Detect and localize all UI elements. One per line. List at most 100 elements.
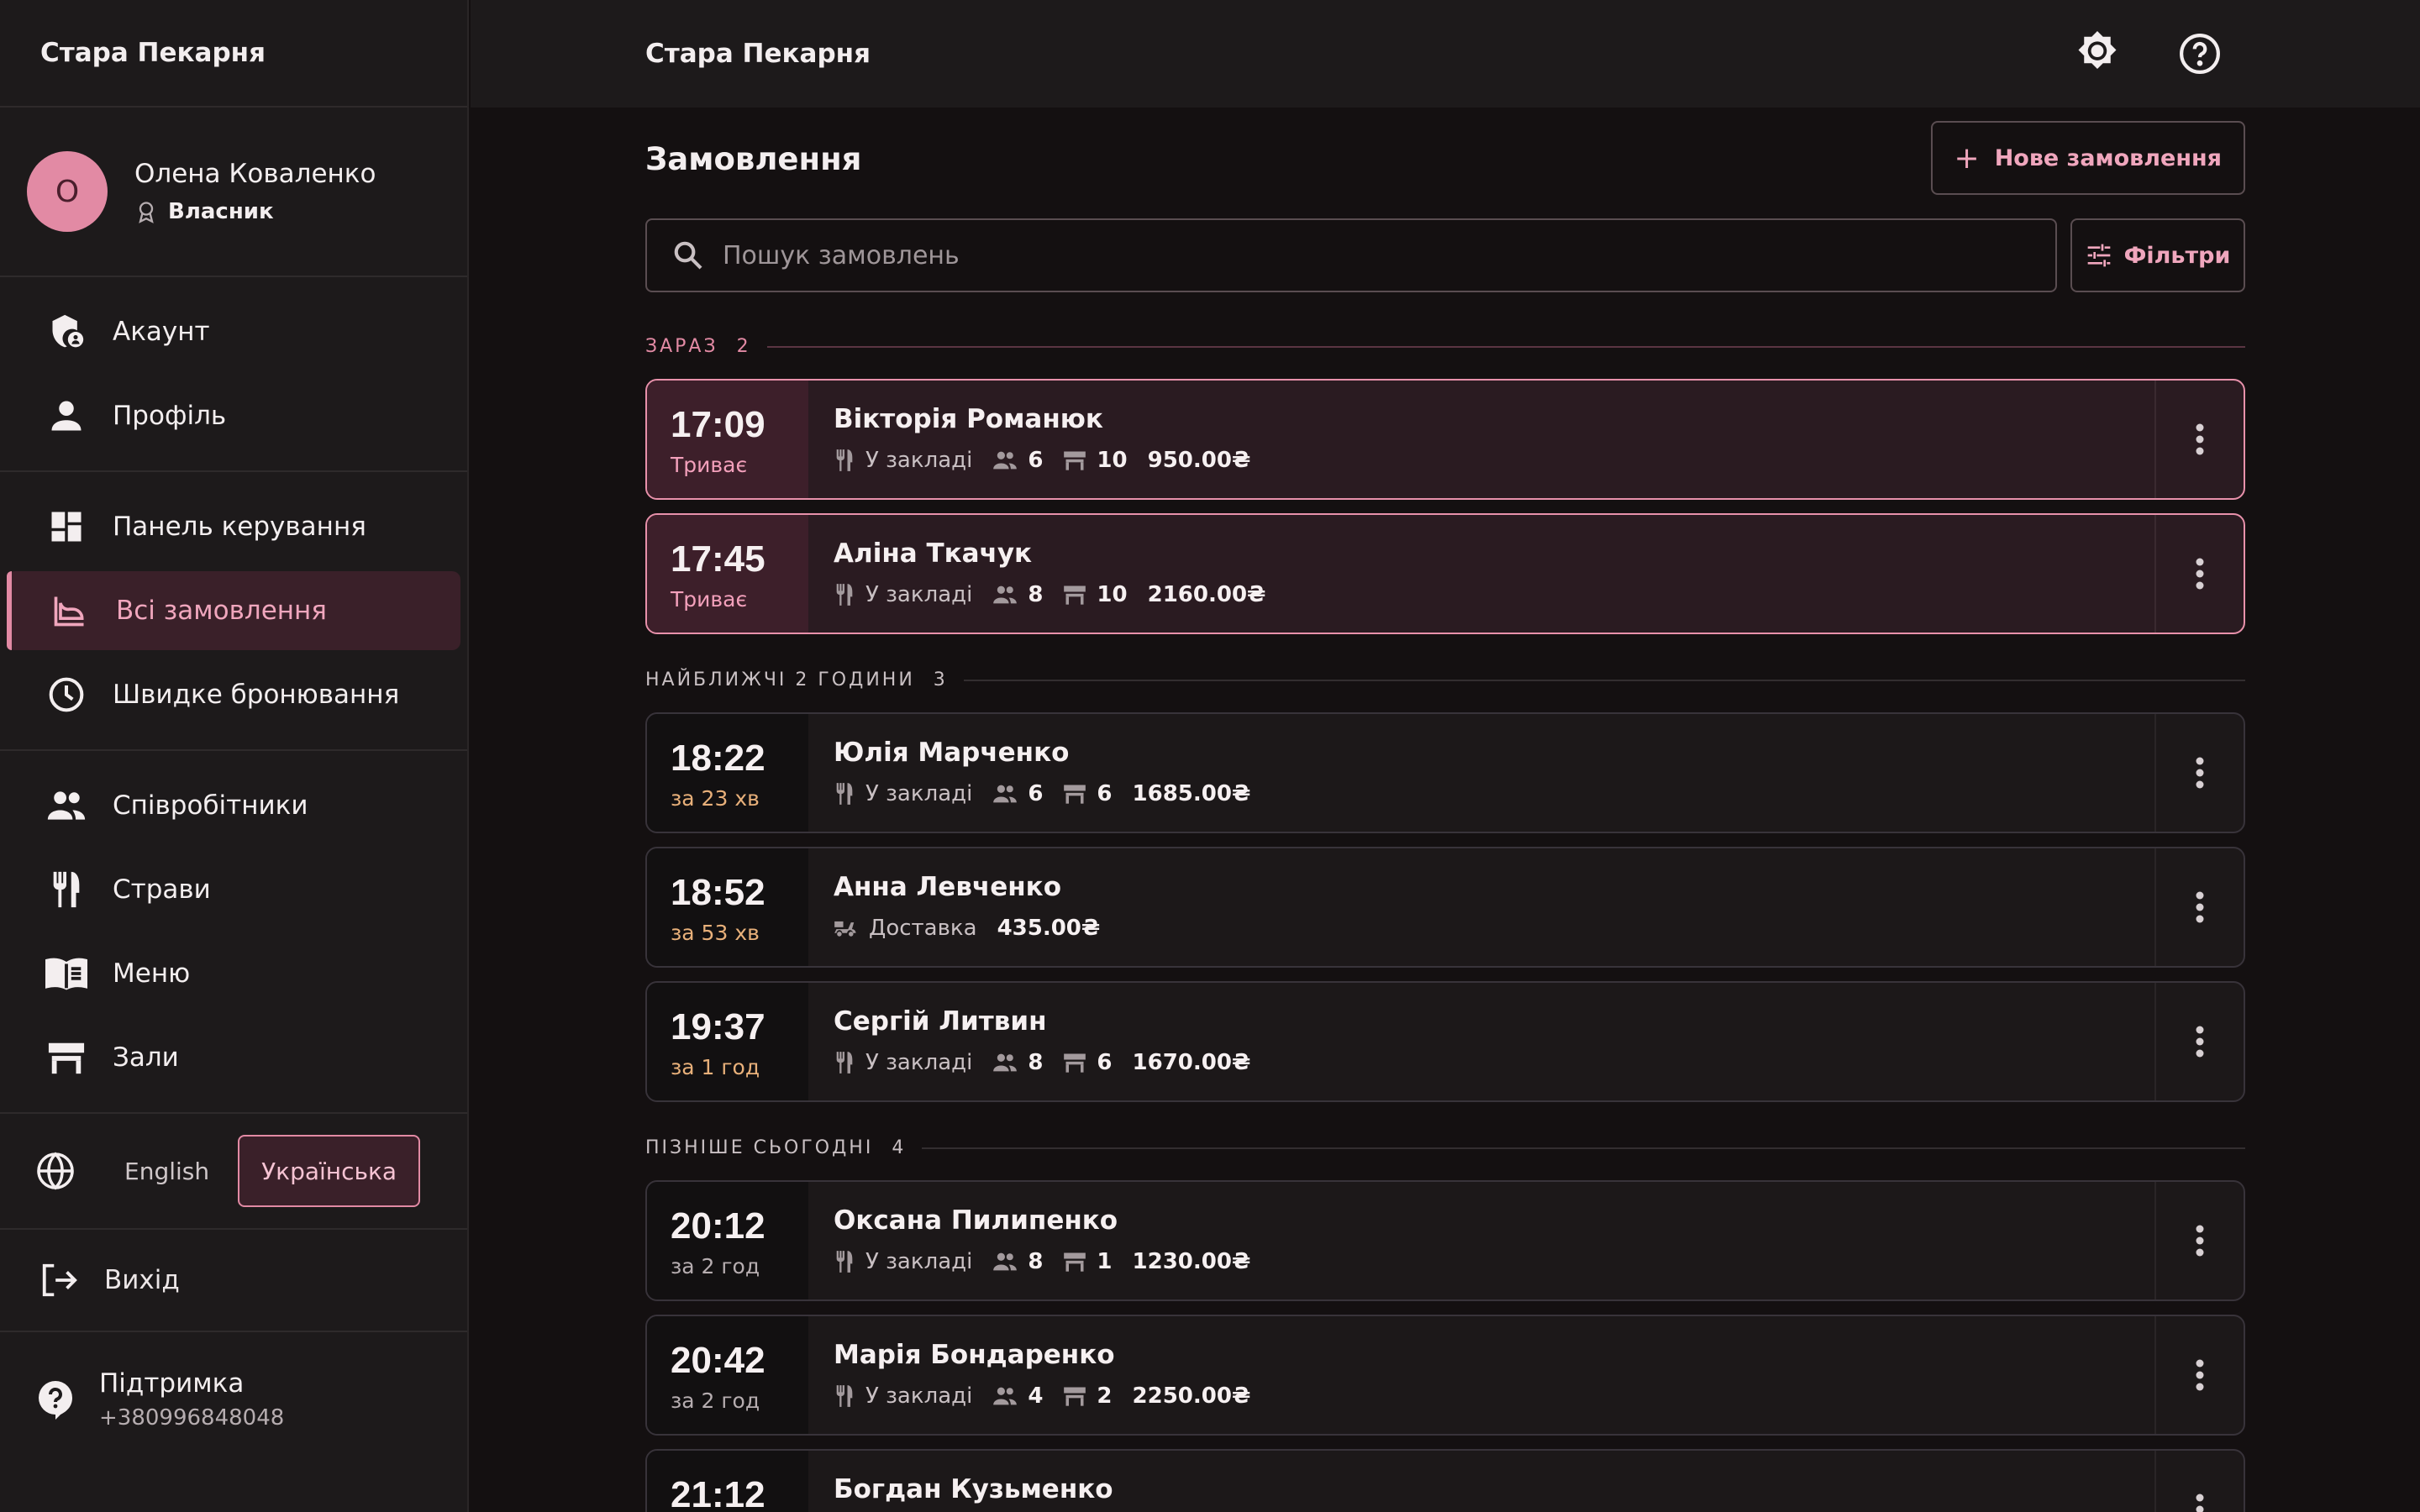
section-divider: [963, 679, 2245, 681]
search-icon: [674, 241, 702, 270]
sidebar-item-menu[interactable]: Меню: [7, 934, 460, 1013]
order-total: 2160.00₴: [1147, 582, 1266, 607]
order-type: У закладі: [865, 1050, 973, 1075]
new-order-button[interactable]: + Нове замовлення: [1930, 121, 2245, 195]
language-ukrainian-button[interactable]: Українська: [238, 1135, 421, 1207]
fork-knife-icon: [834, 1250, 855, 1273]
badge-icon: [139, 202, 154, 223]
sidebar-item-halls[interactable]: Зали: [7, 1018, 460, 1097]
order-menu-button[interactable]: [2154, 1316, 2244, 1434]
logout-button[interactable]: Вихід: [0, 1230, 467, 1332]
order-card[interactable]: 18:22 за 23 хв Юлія Марченко У закладі 6…: [645, 712, 2245, 833]
order-menu-button[interactable]: [2154, 848, 2244, 966]
sidebar-item-account[interactable]: Акаунт: [7, 292, 460, 371]
order-time: 17:09: [671, 404, 765, 445]
table-icon: [45, 1037, 87, 1079]
section-count: 4: [892, 1137, 904, 1158]
table-icon: [1063, 784, 1086, 804]
order-total: 1670.00₴: [1132, 1050, 1251, 1075]
sidebar-item-dashboard[interactable]: Панель керування: [7, 487, 460, 566]
order-guests: 4: [1028, 1383, 1044, 1409]
user-role-label: Власник: [168, 199, 274, 224]
fork-knife-icon: [834, 583, 855, 606]
section-later-today: ПІЗНІШЕ СЬОГОДНІ 4: [645, 1137, 2245, 1158]
order-menu-button[interactable]: [2154, 1451, 2244, 1512]
help-button[interactable]: [2173, 27, 2227, 81]
brightness-icon: [2078, 31, 2117, 69]
sidebar-item-profile[interactable]: Профіль: [7, 376, 460, 455]
people-icon: [992, 1386, 1018, 1406]
people-icon: [45, 785, 87, 827]
order-type: У закладі: [865, 582, 973, 607]
delivery-scooter-icon: [834, 918, 859, 938]
order-type: У закладі: [865, 1383, 973, 1409]
order-guests: 8: [1028, 582, 1044, 607]
search-input[interactable]: [723, 240, 1983, 270]
order-guests: 8: [1028, 1050, 1044, 1075]
sidebar-item-label: Панель керування: [113, 512, 366, 542]
order-customer: Аліна Ткачук: [834, 538, 1033, 569]
filters-button[interactable]: Фільтри: [2070, 218, 2245, 292]
order-status: Триває: [671, 453, 748, 477]
order-card[interactable]: 20:42 за 2 год Марія Бондаренко У заклад…: [645, 1315, 2245, 1436]
logout-icon: [39, 1261, 79, 1299]
table-icon: [1063, 1053, 1086, 1073]
clock-icon: [45, 674, 87, 716]
sidebar-item-staff[interactable]: Співробітники: [7, 766, 460, 845]
order-type: У закладі: [865, 448, 973, 473]
order-menu-button[interactable]: [2154, 983, 2244, 1100]
order-card[interactable]: 18:52 за 53 хв Анна Левченко Доставка 43…: [645, 847, 2245, 968]
order-menu-button[interactable]: [2154, 714, 2244, 832]
sidebar-brand: Стара Пекарня: [0, 0, 467, 108]
filters-label: Фільтри: [2123, 242, 2231, 269]
order-time: 17:45: [671, 538, 765, 580]
order-total: 1685.00₴: [1132, 781, 1251, 806]
avatar: О: [27, 151, 108, 232]
people-icon: [992, 784, 1018, 804]
room-service-icon: [49, 590, 91, 632]
sidebar-item-label: Страви: [113, 874, 211, 905]
order-menu-button[interactable]: [2154, 381, 2244, 498]
section-count: 3: [933, 669, 945, 690]
user-role: Власник: [134, 199, 376, 224]
nav-group-account: Акаунт Профіль: [0, 277, 467, 472]
sidebar: Стара Пекарня О Олена Коваленко Власник …: [0, 0, 469, 1512]
order-time: 19:37: [671, 1006, 765, 1047]
sidebar-item-quick-booking[interactable]: Швидке бронювання: [7, 655, 460, 734]
help-icon: [2180, 34, 2220, 74]
table-icon: [1063, 585, 1086, 605]
order-table: 10: [1097, 448, 1128, 473]
table-icon: [1063, 1252, 1086, 1272]
order-card[interactable]: 17:09 Триває Вікторія Романюк У закладі …: [645, 379, 2245, 500]
order-customer: Оксана Пилипенко: [834, 1205, 1118, 1236]
order-status: за 23 хв: [671, 786, 760, 811]
order-guests: 6: [1028, 448, 1044, 473]
sidebar-item-label: Зали: [113, 1042, 179, 1073]
order-time: 20:42: [671, 1340, 765, 1381]
order-menu-button[interactable]: [2154, 515, 2244, 633]
more-vertical-icon: [2196, 891, 2204, 923]
nav-group-business: Співробітники Страви Меню Зали: [0, 751, 467, 1114]
sidebar-item-dishes[interactable]: Страви: [7, 850, 460, 929]
support-block[interactable]: Підтримка +380996848048: [0, 1332, 467, 1467]
more-vertical-icon: [2196, 1026, 2204, 1058]
order-table: 10: [1097, 582, 1128, 607]
user-card: О Олена Коваленко Власник: [0, 108, 467, 277]
section-next-2-hours: НАЙБЛИЖЧІ 2 ГОДИНИ 3: [645, 669, 2245, 690]
section-label: ПІЗНІШЕ СЬОГОДНІ: [645, 1137, 874, 1158]
order-menu-button[interactable]: [2154, 1182, 2244, 1299]
theme-toggle-button[interactable]: [2070, 27, 2124, 81]
fork-knife-icon: [45, 869, 87, 911]
order-time: 21:12: [671, 1474, 765, 1512]
order-card[interactable]: 19:37 за 1 год Сергій Литвин У закладі 8…: [645, 981, 2245, 1102]
logout-label: Вихід: [104, 1265, 180, 1295]
language-english-button[interactable]: English: [103, 1135, 231, 1207]
sidebar-item-all-orders[interactable]: Всі замовлення: [7, 571, 460, 650]
order-card[interactable]: 20:12 за 2 год Оксана Пилипенко У заклад…: [645, 1180, 2245, 1301]
order-card[interactable]: 17:45 Триває Аліна Ткачук У закладі 8 10…: [645, 513, 2245, 634]
order-time: 18:52: [671, 872, 765, 913]
order-customer: Юлія Марченко: [834, 738, 1070, 768]
sidebar-item-label: Всі замовлення: [116, 596, 327, 626]
search-box[interactable]: [645, 218, 2057, 292]
order-card[interactable]: 21:12 Богдан Кузьменко: [645, 1449, 2245, 1512]
